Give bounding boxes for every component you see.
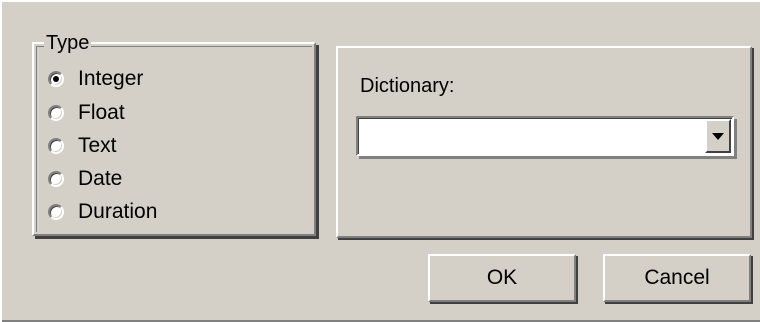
dictionary-combobox[interactable]	[356, 116, 734, 156]
radio-label-duration[interactable]: Duration	[78, 197, 157, 227]
radio-label-float[interactable]: Float	[78, 98, 125, 128]
dictionary-panel: Dictionary:	[336, 46, 752, 238]
radio-float[interactable]: Float	[48, 98, 125, 128]
radio-label-text[interactable]: Text	[78, 131, 117, 161]
radio-integer[interactable]: Integer	[48, 64, 143, 94]
type-group-legend: Type	[44, 31, 92, 55]
ok-button[interactable]: OK	[428, 254, 576, 302]
dialog: Type Integer Float Text Date Duration Di…	[0, 0, 760, 322]
radio-date[interactable]: Date	[48, 164, 122, 194]
radio-button-date-icon[interactable]	[48, 171, 64, 187]
cancel-button[interactable]: Cancel	[603, 254, 751, 302]
radio-button-integer-icon[interactable]	[48, 71, 64, 87]
dictionary-dropdown-button[interactable]	[705, 119, 731, 153]
radio-button-text-icon[interactable]	[48, 138, 64, 154]
radio-button-duration-icon[interactable]	[48, 204, 64, 220]
type-group-box: Type Integer Float Text Date Duration	[32, 31, 316, 236]
radio-text[interactable]: Text	[48, 131, 117, 161]
radio-label-date[interactable]: Date	[78, 164, 122, 194]
radio-duration[interactable]: Duration	[48, 197, 157, 227]
radio-button-float-icon[interactable]	[48, 105, 64, 121]
dictionary-label: Dictionary:	[360, 75, 455, 97]
radio-label-integer[interactable]: Integer	[78, 64, 143, 94]
chevron-down-icon	[712, 132, 724, 140]
